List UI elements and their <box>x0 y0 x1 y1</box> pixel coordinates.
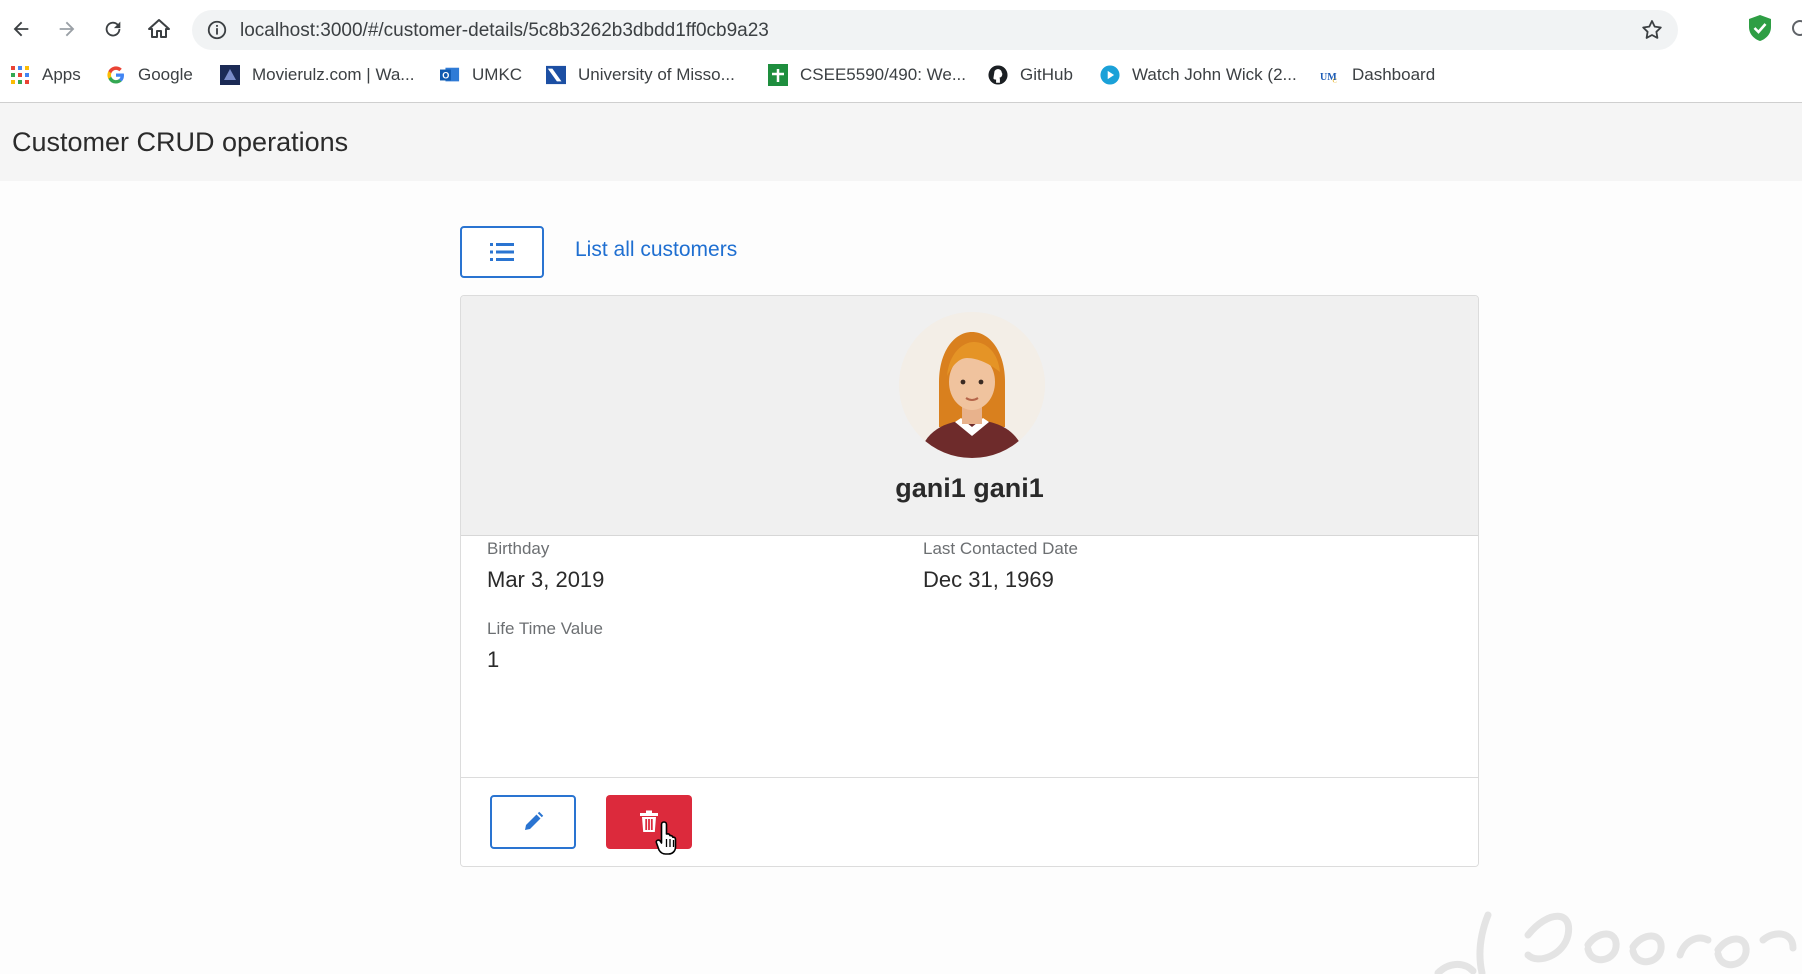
bookmark-label: Movierulz.com | Wa... <box>252 65 415 84</box>
browser-toolbar: localhost:3000/#/customer-details/5c8b32… <box>0 0 1802 103</box>
bookmark-john-wick[interactable]: Watch John Wick (2... <box>1100 60 1297 90</box>
app-title[interactable]: Customer CRUD operations <box>12 127 348 158</box>
bookmark-csee[interactable]: CSEE5590/490: We... <box>768 60 966 90</box>
umkc-dashboard-icon: UM C <box>1320 65 1340 85</box>
bookmark-university[interactable]: University of Misso... <box>546 60 735 90</box>
list-all-customers-link[interactable]: List all customers <box>575 238 737 262</box>
last-contacted-label: Last Contacted Date <box>923 539 1078 558</box>
address-bar[interactable]: localhost:3000/#/customer-details/5c8b32… <box>192 10 1678 50</box>
birthday-value: Mar 3, 2019 <box>487 567 605 592</box>
apps-grid-icon <box>10 65 30 85</box>
lifetime-value-label: Life Time Value <box>487 619 603 638</box>
bookmark-umkc[interactable]: O UMKC <box>440 60 522 90</box>
list-customers-button[interactable] <box>460 226 544 278</box>
birthday-label: Birthday <box>487 539 550 558</box>
customer-name: gani1 gani1 <box>895 473 1044 503</box>
bookmarks-bar: Apps Google Movierulz.com | Wa... O UMKC… <box>0 60 1802 90</box>
card-footer <box>461 777 1478 866</box>
home-button[interactable] <box>140 10 178 48</box>
url-text[interactable]: localhost:3000/#/customer-details/5c8b32… <box>240 20 769 42</box>
card-header: gani1 gani1 <box>461 296 1478 536</box>
edit-button[interactable] <box>490 795 576 849</box>
list-icon <box>490 243 514 261</box>
female-avatar-icon <box>899 312 1045 458</box>
bookmark-label: University of Misso... <box>578 65 735 84</box>
reload-icon <box>105 21 121 37</box>
bookmark-github[interactable]: GitHub <box>988 60 1073 90</box>
bookmark-apps[interactable]: Apps <box>10 60 81 90</box>
bookmark-label: CSEE5590/490: We... <box>800 65 967 84</box>
forward-arrow-icon <box>59 21 75 37</box>
watermark-logo-icon <box>1434 911 1797 974</box>
info-icon[interactable] <box>206 19 228 41</box>
avatar <box>899 312 1045 458</box>
forward-button[interactable] <box>48 10 86 48</box>
movierulz-icon <box>220 65 240 85</box>
bookmark-label: GitHub <box>1020 65 1073 84</box>
reload-button[interactable] <box>94 10 132 48</box>
svg-text:C: C <box>1333 78 1338 85</box>
sheets-icon <box>768 64 788 86</box>
shield-extension-icon[interactable] <box>1747 14 1773 42</box>
bookmark-label: Apps <box>42 65 81 84</box>
bookmark-label: UMKC <box>472 65 523 84</box>
bookmark-star-icon[interactable] <box>1640 18 1664 42</box>
play-icon <box>1100 65 1120 85</box>
outlook-icon: O <box>440 65 460 85</box>
svg-text:O: O <box>442 71 449 81</box>
university-icon <box>546 65 566 85</box>
back-button[interactable] <box>2 10 40 48</box>
bookmark-label: Dashboard <box>1352 65 1436 84</box>
google-icon <box>106 65 126 85</box>
lifetime-value: 1 <box>487 647 500 672</box>
bookmark-label: Watch John Wick (2... <box>1132 65 1297 84</box>
bookmark-label: Google <box>138 65 193 84</box>
hand-cursor-icon <box>655 821 677 855</box>
bookmark-movierulz[interactable]: Movierulz.com | Wa... <box>220 60 414 90</box>
github-icon <box>988 65 1008 85</box>
bookmark-dashboard[interactable]: UM C Dashboard <box>1320 60 1435 90</box>
pencil-icon <box>525 811 544 830</box>
back-arrow-icon <box>13 21 29 37</box>
customer-details-card: gani1 gani1 Birthday Mar 3, 2019 Last Co… <box>460 295 1479 867</box>
bookmark-google[interactable]: Google <box>106 60 193 90</box>
last-contacted-value: Dec 31, 1969 <box>923 567 1054 592</box>
home-icon <box>148 19 170 38</box>
app-navbar: Customer CRUD operations <box>0 103 1802 181</box>
extension-icon[interactable] <box>1790 18 1802 38</box>
